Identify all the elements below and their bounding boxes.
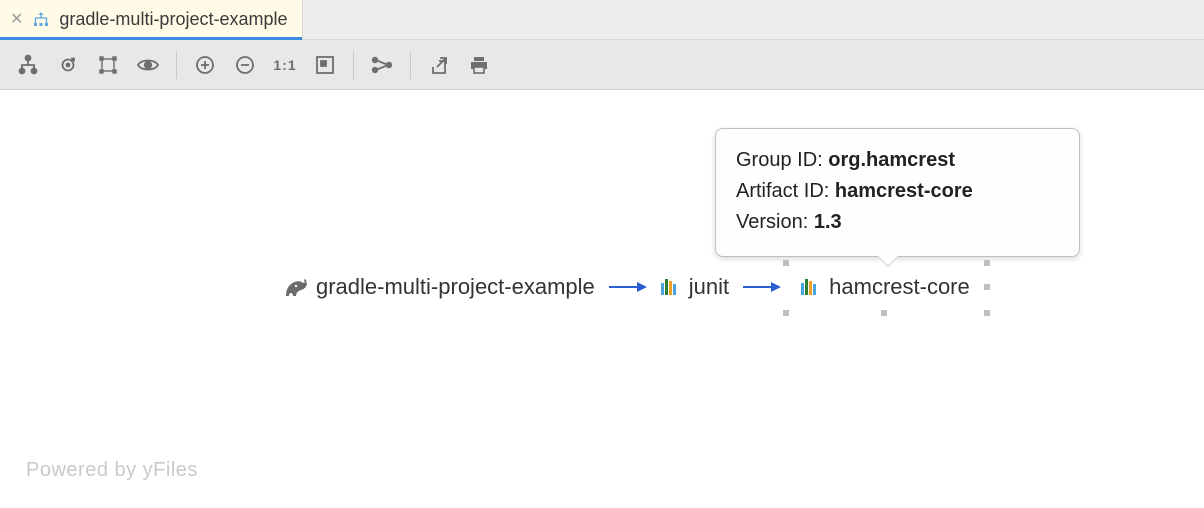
tooltip-version-value: 1.3 xyxy=(814,211,842,233)
tab-strip: ✕ gradle-multi-project-example xyxy=(0,0,1204,40)
tooltip-version-label: Version: xyxy=(736,211,814,233)
tab-active[interactable]: ✕ gradle-multi-project-example xyxy=(0,0,303,39)
graph-node-junit-label: junit xyxy=(689,274,729,300)
tooltip-group-value: org.hamcrest xyxy=(828,149,955,171)
selection-handle xyxy=(783,260,789,266)
library-icon xyxy=(799,276,821,298)
tooltip-pointer xyxy=(878,256,898,266)
graph-node-root[interactable]: gradle-multi-project-example xyxy=(280,274,595,300)
graph-node-root-label: gradle-multi-project-example xyxy=(316,274,595,300)
print-icon[interactable] xyxy=(459,45,499,85)
selection-handle xyxy=(783,310,789,316)
selection-handle xyxy=(984,284,990,290)
tooltip-group-label: Group ID: xyxy=(736,149,828,171)
selection-icon[interactable] xyxy=(88,45,128,85)
toolbar-separator xyxy=(176,51,177,79)
toolbar-separator xyxy=(410,51,411,79)
dependency-arrow xyxy=(741,280,781,294)
powered-by-label: Powered by yFiles xyxy=(26,459,198,482)
tooltip-artifact-value: hamcrest-core xyxy=(835,180,973,202)
eye-icon[interactable] xyxy=(128,45,168,85)
graph-node-hamcrest-label: hamcrest-core xyxy=(829,274,970,300)
node-tooltip: Group ID: org.hamcrest Artifact ID: hamc… xyxy=(715,128,1080,257)
selection-handle xyxy=(984,260,990,266)
zoom-in-icon[interactable] xyxy=(185,45,225,85)
selection-handle xyxy=(984,310,990,316)
zoom-out-icon[interactable] xyxy=(225,45,265,85)
diagram-canvas[interactable]: Group ID: org.hamcrest Artifact ID: hamc… xyxy=(0,90,1204,508)
library-icon xyxy=(659,276,681,298)
graph-node-junit[interactable]: junit xyxy=(659,274,729,300)
one-to-one-label: 1:1 xyxy=(273,57,296,73)
close-icon[interactable]: ✕ xyxy=(10,12,23,28)
tooltip-artifact-label: Artifact ID: xyxy=(736,180,835,202)
selection-handle xyxy=(881,310,887,316)
tab-title: gradle-multi-project-example xyxy=(59,9,287,30)
dependency-arrow xyxy=(607,280,647,294)
open-new-window-icon[interactable] xyxy=(419,45,459,85)
show-paths-icon[interactable] xyxy=(362,45,402,85)
dependency-graph: gradle-multi-project-example junit xyxy=(280,270,976,304)
toolbar: 1:1 xyxy=(0,40,1204,90)
find-path-icon[interactable] xyxy=(48,45,88,85)
fit-content-icon[interactable] xyxy=(305,45,345,85)
gradle-tab-icon xyxy=(31,10,51,30)
layout-icon[interactable] xyxy=(8,45,48,85)
gradle-icon xyxy=(280,276,308,298)
graph-node-hamcrest[interactable]: hamcrest-core xyxy=(793,270,976,304)
one-to-one-icon[interactable]: 1:1 xyxy=(265,45,305,85)
toolbar-separator xyxy=(353,51,354,79)
